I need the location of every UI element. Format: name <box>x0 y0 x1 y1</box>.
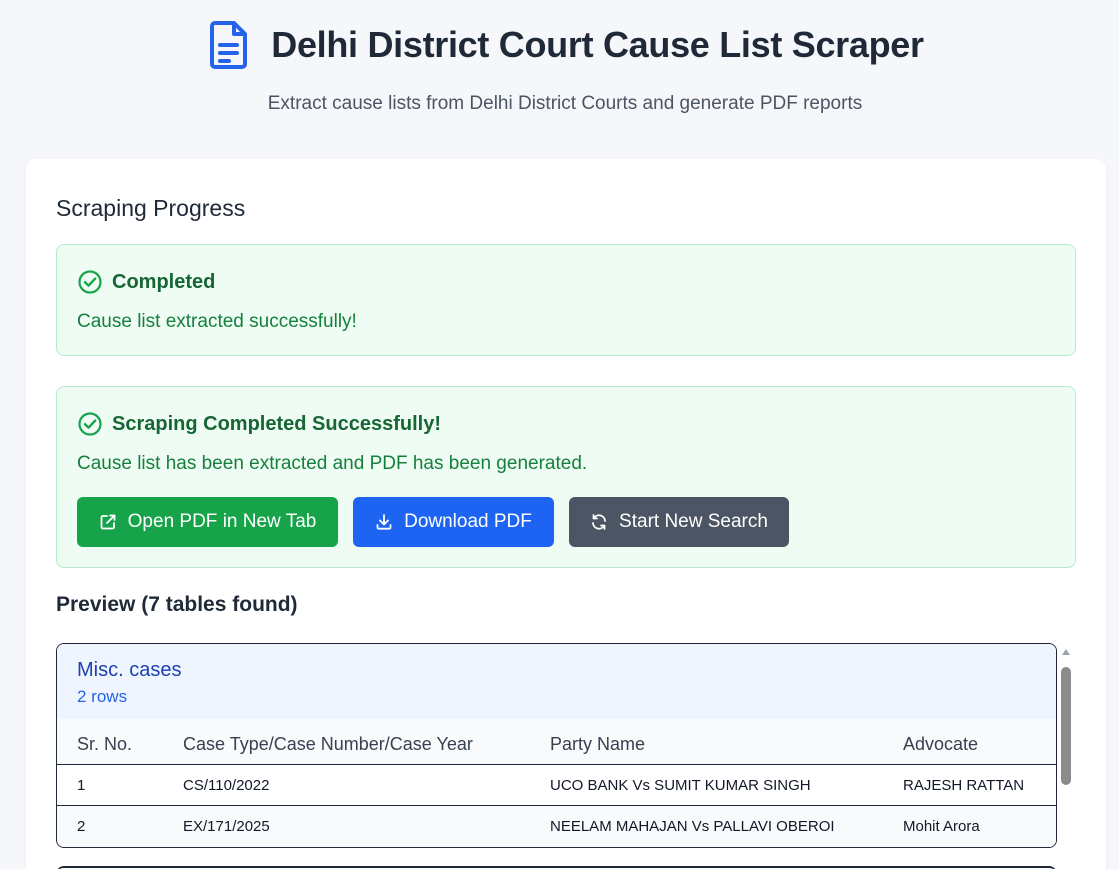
check-circle-icon <box>78 412 102 436</box>
cell-case: EX/171/2025 <box>183 818 270 835</box>
preview-title: Preview (7 tables found) <box>56 593 298 616</box>
cell-party: NEELAM MAHAJAN Vs PALLAVI OBEROI <box>550 818 835 835</box>
status-title: Completed <box>112 270 216 293</box>
column-header-case: Case Type/Case Number/Case Year <box>183 734 473 754</box>
status-message: Cause list extracted successfully! <box>77 311 357 332</box>
result-title: Scraping Completed Successfully! <box>112 412 441 435</box>
section-title-progress: Scraping Progress <box>56 195 246 221</box>
cell-advocate: Mohit Arora <box>903 818 980 835</box>
column-header-sr-no: Sr. No. <box>77 734 133 754</box>
table-row: 1 CS/110/2022 UCO BANK Vs SUMIT KUMAR SI… <box>57 765 1056 806</box>
download-pdf-button[interactable]: Download PDF <box>353 497 554 547</box>
new-search-button[interactable]: Start New Search <box>569 497 789 547</box>
column-header-party: Party Name <box>550 734 646 754</box>
table-header: Misc. cases 2 rows <box>57 644 1056 719</box>
page-title: Delhi District Court Cause List Scraper <box>271 24 924 65</box>
open-pdf-button[interactable]: Open PDF in New Tab <box>77 497 338 547</box>
external-link-icon <box>100 514 116 530</box>
cell-party: UCO BANK Vs SUMIT KUMAR SINGH <box>550 777 811 794</box>
page-subtitle: Extract cause lists from Delhi District … <box>267 93 863 114</box>
preview-table[interactable]: Misc. cases 2 rows Sr. No. Case Type/Cas… <box>56 643 1057 848</box>
column-header-advocate: Advocate <box>903 734 979 754</box>
cell-sr-no: 2 <box>77 818 86 835</box>
result-message: Cause list has been extracted and PDF ha… <box>77 453 588 474</box>
table-row-count: 2 rows <box>77 687 128 706</box>
refresh-icon <box>592 514 606 530</box>
table-row: 2 EX/171/2025 NEELAM MAHAJAN Vs PALLAVI … <box>57 806 1056 847</box>
title-row: Delhi District Court Cause List Scraper <box>0 20 1119 70</box>
cell-case: CS/110/2022 <box>183 777 270 794</box>
scrollbar-thumb[interactable] <box>1061 667 1071 785</box>
new-search-label: Start New Search <box>619 511 768 532</box>
cell-advocate: RAJESH RATTAN <box>903 777 1025 794</box>
table-column-headers: Sr. No. Case Type/Case Number/Case Year … <box>57 719 1056 765</box>
main-card: Scraping Progress Completed Cause list e… <box>26 159 1106 869</box>
result-alert-header: Scraping Completed Successfully! <box>77 411 441 437</box>
scrollbar[interactable] <box>1059 645 1073 869</box>
cell-sr-no: 1 <box>77 777 86 794</box>
open-pdf-label: Open PDF in New Tab <box>127 511 317 532</box>
scroll-up-arrow[interactable] <box>1062 649 1070 655</box>
status-alert: Completed Cause list extracted successfu… <box>56 244 1076 356</box>
table-name: Misc. cases <box>77 659 182 681</box>
status-alert-header: Completed <box>77 269 215 295</box>
document-icon <box>210 21 248 69</box>
check-circle-icon <box>78 270 102 294</box>
page-header: Delhi District Court Cause List Scraper … <box>0 0 1119 150</box>
result-alert: Scraping Completed Successfully! Cause l… <box>56 386 1076 568</box>
download-icon <box>376 514 392 530</box>
download-pdf-label: Download PDF <box>404 511 532 532</box>
